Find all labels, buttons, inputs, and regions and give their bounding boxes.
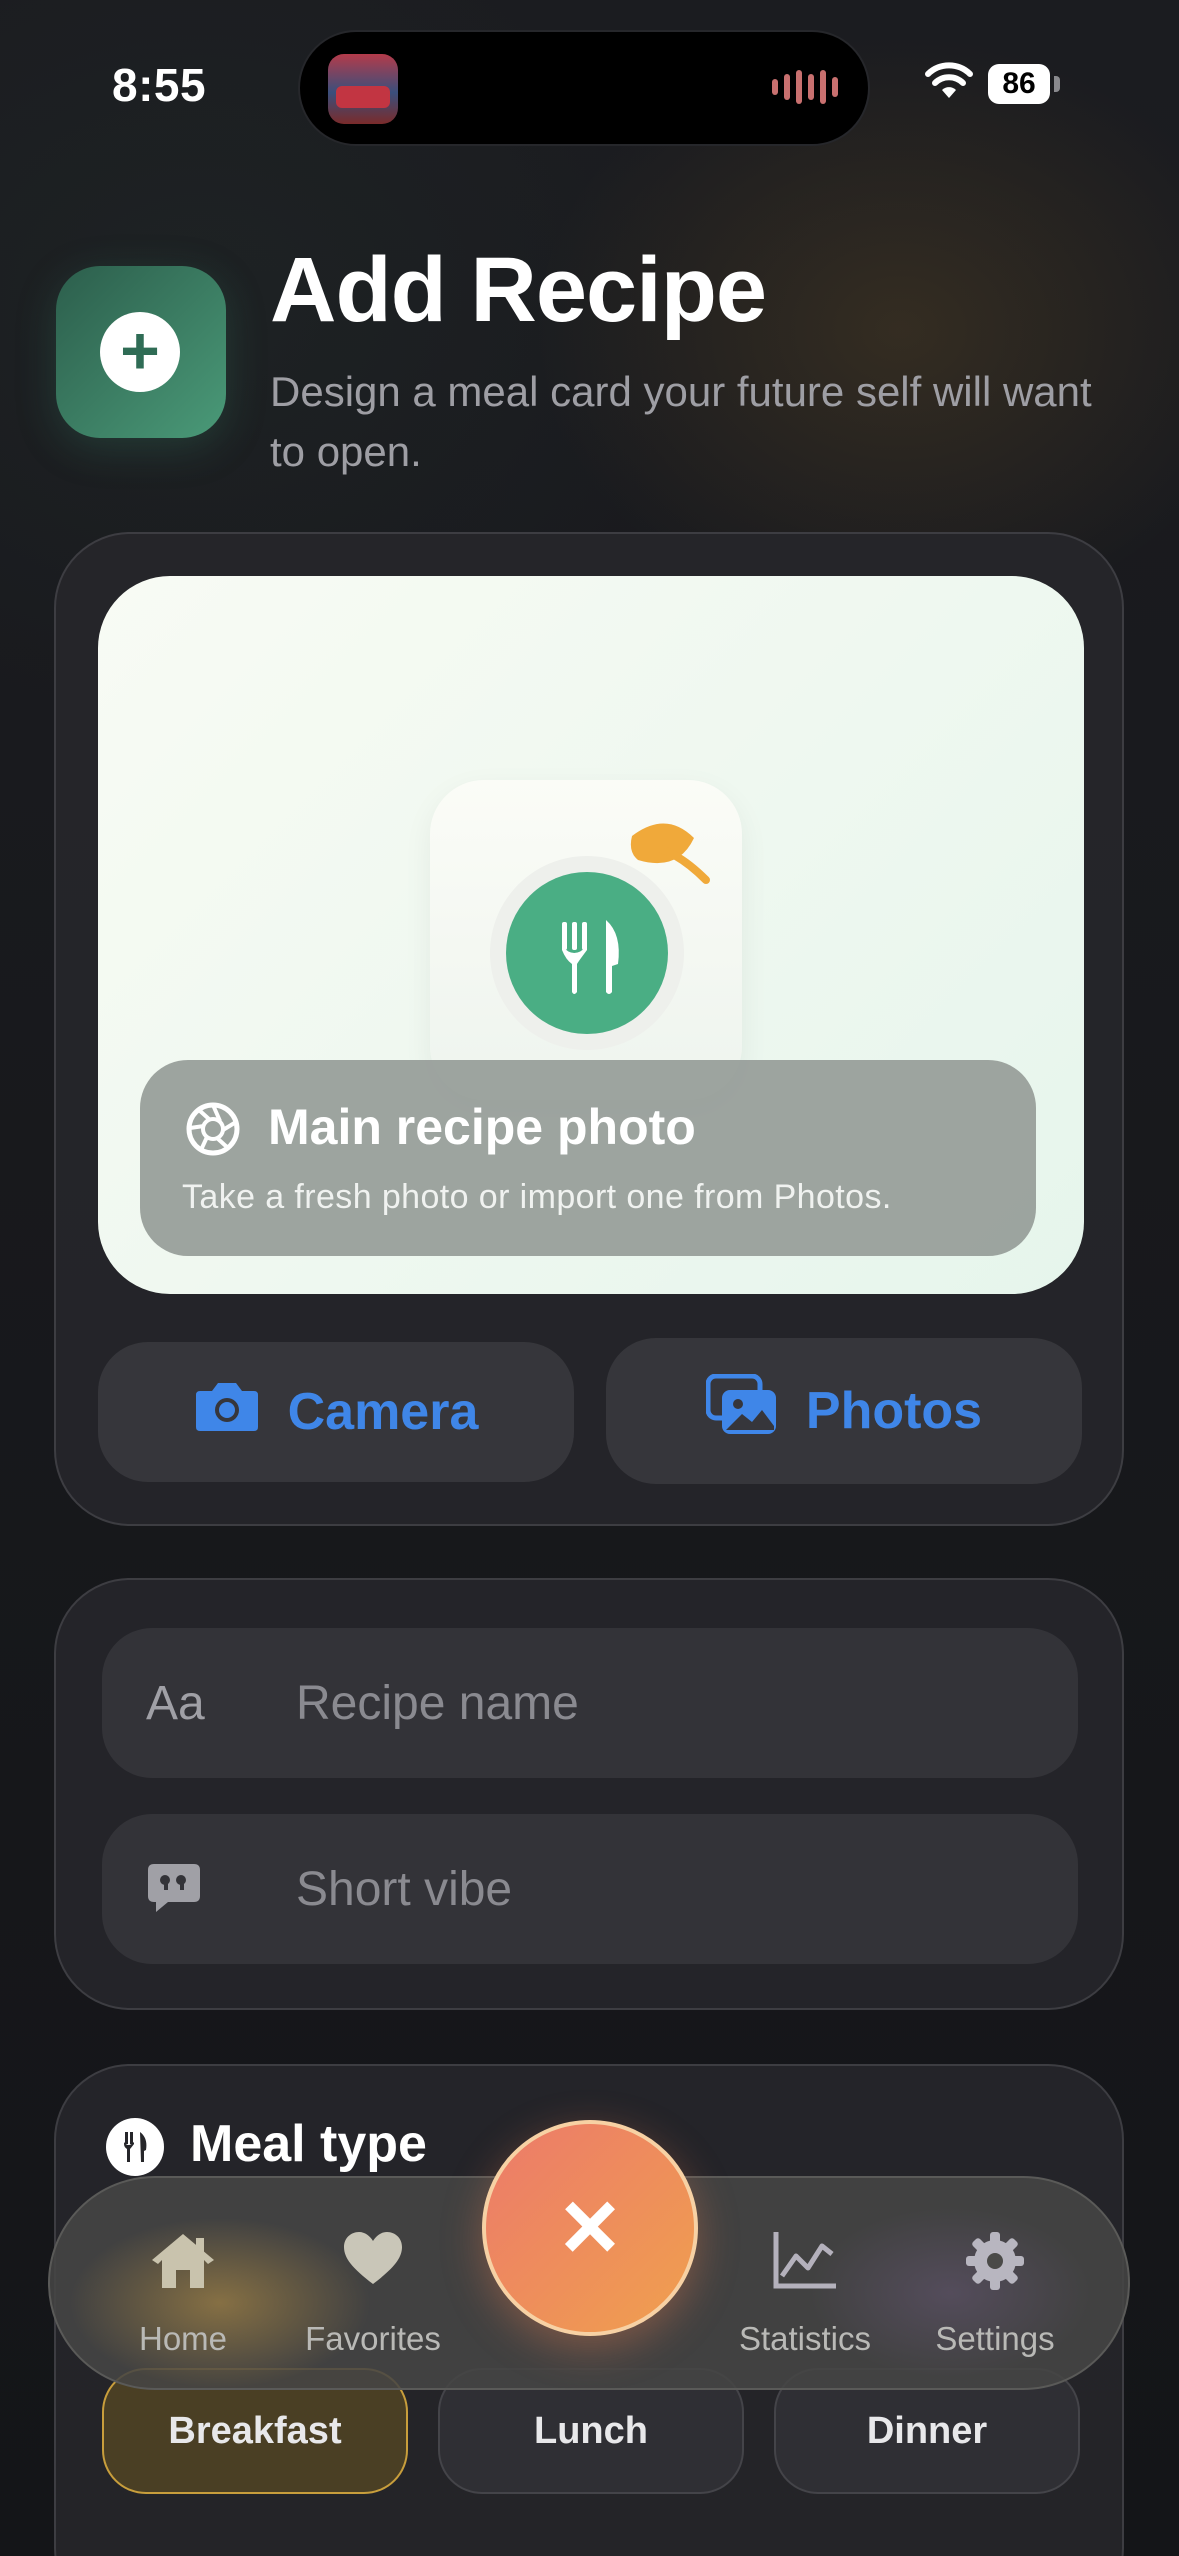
heart-icon [278,2230,468,2300]
status-time: 8:55 [112,59,207,111]
caption-subtitle: Take a fresh photo or import one from Ph… [182,1178,892,1216]
page-subtitle: Design a meal card your future self will… [270,368,1092,475]
photos-button[interactable]: Photos [606,1338,1082,1484]
leaf-icon [626,816,710,893]
audio-wave-icon [772,70,838,104]
placeholder-tile [430,780,742,1100]
aperture-icon [184,1100,242,1163]
dynamic-island [298,30,870,146]
add-recipe-badge: + [56,266,226,438]
text-format-icon: Aa [146,1677,205,1730]
battery-indicator: 86 [988,64,1050,104]
quote-bubble-icon [146,1862,202,1926]
house-icon [88,2230,278,2300]
tab-favorites-label: Favorites [305,2320,441,2357]
caption-title: Main recipe photo [268,1099,696,1155]
recipe-name-field[interactable]: Aa Recipe name [102,1628,1078,1778]
details-card: Aa Recipe name Short vibe [54,1578,1124,2010]
camera-button[interactable]: Camera [98,1342,574,1482]
chart-icon [710,2230,900,2300]
fork-knife-icon [106,2118,164,2176]
short-vibe-placeholder: Short vibe [296,1863,513,1916]
photos-label: Photos [805,1382,983,1440]
photo-dropzone[interactable]: Main recipe photo Take a fresh photo or … [98,576,1084,1294]
tab-settings-label: Settings [935,2320,1055,2357]
meal-type-title: Meal type [190,2115,427,2173]
recipe-name-placeholder: Recipe name [296,1677,579,1730]
close-icon: × [560,2170,620,2282]
tab-statistics-label: Statistics [738,2320,872,2357]
photo-caption: Main recipe photo Take a fresh photo or … [140,1060,1036,1256]
photo-card: Main recipe photo Take a fresh photo or … [54,532,1124,1526]
utensils-icon [506,872,668,1034]
battery-nub [1054,76,1060,92]
page-title: Add Recipe [270,239,767,341]
camera-label: Camera [287,1383,479,1441]
photos-icon [705,1373,778,1449]
tab-home-label: Home [138,2320,228,2357]
tab-home[interactable]: Home [88,2178,278,2388]
tab-favorites[interactable]: Favorites [278,2178,468,2388]
tab-settings[interactable]: Settings [900,2178,1090,2388]
now-playing-artwork [328,54,398,124]
close-button[interactable]: × [482,2120,698,2336]
gear-icon [900,2230,1090,2300]
camera-icon [194,1379,260,1446]
wifi-icon [924,62,974,105]
tab-statistics[interactable]: Statistics [710,2178,900,2388]
short-vibe-field[interactable]: Short vibe [102,1814,1078,1964]
plus-icon: + [100,312,180,392]
